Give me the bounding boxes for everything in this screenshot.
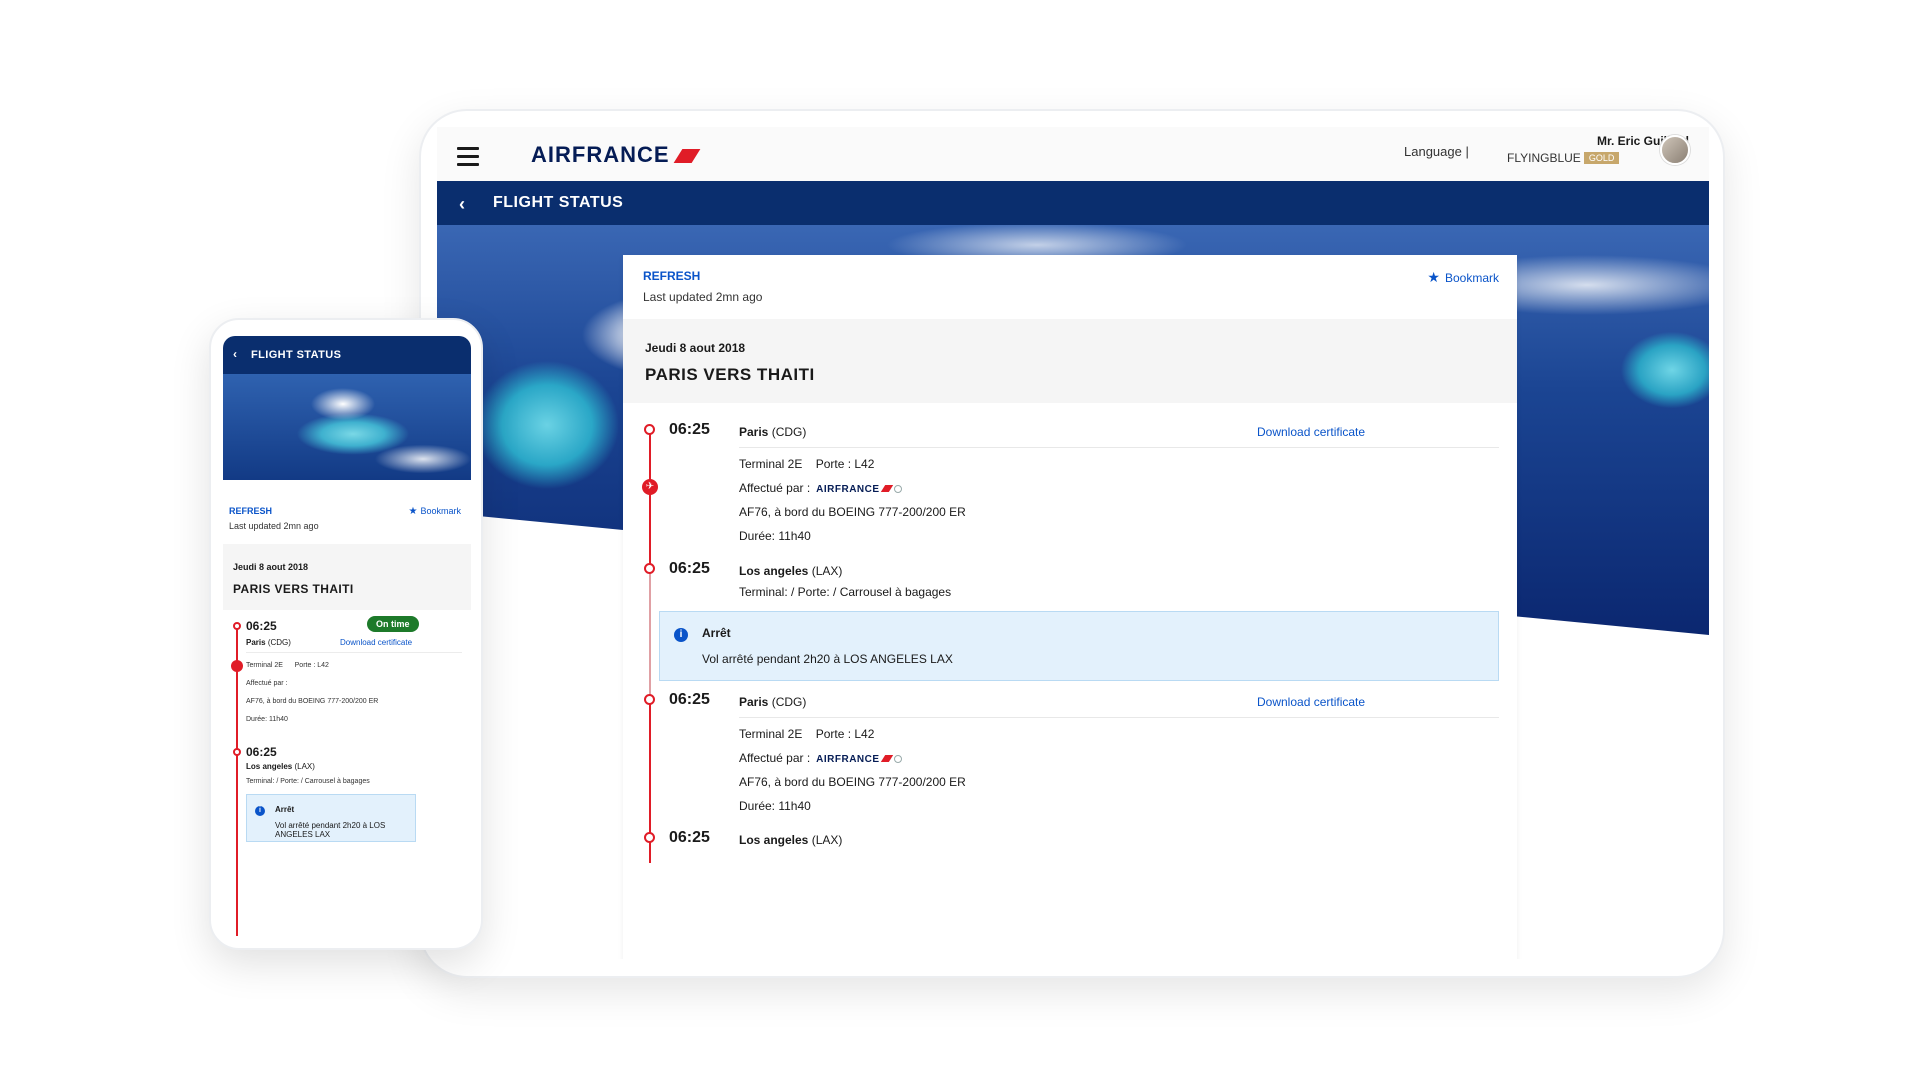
flight-timeline: 06:25 Paris (CDG) Download certificate T…: [623, 403, 1517, 959]
bookmark-button[interactable]: ★ Bookmark: [1427, 269, 1499, 286]
mobile-segment-details: Terminal: / Porte: / Carrousel à bagages: [246, 778, 370, 785]
logo-slash-icon: [673, 149, 700, 163]
tablet-device: AIRFRANCE Language | Mr. Eric Guillard F…: [419, 109, 1725, 978]
segment-city: Los angeles (LAX): [739, 833, 843, 847]
mobile-trip-summary: Jeudi 8 aout 2018 PARIS VERS THAITI: [223, 544, 471, 610]
mobile-stopover-description: Vol arrêté pendant 2h20 à LOS ANGELES LA…: [275, 821, 386, 839]
download-certificate-link[interactable]: Download certificate: [1257, 695, 1365, 709]
phone-device: ‹ FLIGHT STATUS REFRESH Last updated 2mn…: [209, 318, 483, 950]
segment-time: 06:25: [669, 691, 710, 708]
departure-node-icon: [233, 622, 241, 630]
segment-operated-by: Affectué par : AIRFRANCE: [739, 481, 902, 495]
segment-city: Paris (CDG): [739, 695, 807, 709]
mobile-segment-time: 06:25: [246, 745, 277, 759]
page-title: FLIGHT STATUS: [493, 194, 624, 211]
mobile-segment-time: 06:25: [246, 619, 277, 633]
arrival-node-icon: [644, 832, 655, 843]
segment-time: 06:25: [669, 560, 710, 577]
mobile-segment-city: Paris (CDG): [246, 638, 291, 647]
mobile-hero-image: [223, 374, 471, 480]
mobile-page-title: FLIGHT STATUS: [251, 349, 342, 361]
mobile-duration: Durée: 11h40: [246, 716, 288, 723]
mobile-stopover-notice: i Arrêt Vol arrêté pendant 2h20 à LOS AN…: [246, 794, 416, 842]
tablet-screen: AIRFRANCE Language | Mr. Eric Guillard F…: [437, 127, 1709, 959]
mobile-stopover-title: Arrêt: [275, 805, 295, 814]
on-time-badge: On time: [367, 616, 419, 632]
segment-city: Paris (CDG): [739, 425, 807, 439]
trip-route: PARIS VERS THAITI: [645, 365, 815, 384]
plane-icon: ✈: [642, 479, 658, 495]
mobile-terminal-gate: Terminal 2E Porte : L42: [246, 662, 329, 669]
mobile-trip-date: Jeudi 8 aout 2018: [233, 562, 309, 572]
phone-screen: ‹ FLIGHT STATUS REFRESH Last updated 2mn…: [223, 336, 471, 936]
star-icon: ★: [1427, 269, 1440, 285]
download-certificate-link[interactable]: Download certificate: [1257, 425, 1365, 439]
stopover-notice: i Arrêt Vol arrêté pendant 2h20 à LOS AN…: [659, 611, 1499, 681]
mobile-flight-info: AF76, à bord du BOEING 777-200/200 ER: [246, 698, 379, 705]
page-navbar: ‹ FLIGHT STATUS: [437, 181, 1709, 225]
mobile-operated-by: Affectué par :: [246, 680, 288, 687]
segment-time: 06:25: [669, 421, 710, 438]
timeline-line: [649, 569, 651, 699]
mobile-timeline-line: [236, 628, 238, 936]
stopover-title: Arrêt: [702, 626, 731, 640]
mobile-flight-card: REFRESH Last updated 2mn ago ★ Bookmark J…: [223, 488, 471, 936]
segment-city: Los angeles (LAX): [739, 564, 843, 578]
trip-date: Jeudi 8 aout 2018: [645, 341, 746, 355]
logo-text: AIRFRANCE: [531, 142, 670, 167]
mobile-segment-city: Los angeles (LAX): [246, 762, 315, 771]
timeline-line: [649, 429, 651, 569]
segment-flight-info: AF76, à bord du BOEING 777-200/200 ER: [739, 505, 966, 519]
departure-node-icon: [644, 424, 655, 435]
loyalty-info: FLYINGBLUE GOLD: [1507, 151, 1620, 165]
hamburger-menu-icon[interactable]: [457, 147, 479, 166]
user-avatar[interactable]: [1660, 135, 1690, 165]
trip-summary: Jeudi 8 aout 2018 PARIS VERS THAITI: [623, 319, 1517, 403]
divider: [739, 447, 1499, 448]
segment-operated-by: Affectué par : AIRFRANCE: [739, 751, 902, 765]
arrival-node-icon: [644, 563, 655, 574]
mobile-download-certificate-link[interactable]: Download certificate: [340, 638, 412, 647]
stopover-description: Vol arrêté pendant 2h20 à LOS ANGELES LA…: [702, 652, 953, 666]
segment-duration: Durée: 11h40: [739, 529, 811, 543]
airfrance-logo[interactable]: AIRFRANCE: [531, 142, 700, 168]
mobile-bookmark-button[interactable]: ★ Bookmark: [409, 506, 461, 517]
bookmark-label: Bookmark: [1444, 271, 1499, 285]
departure-node-icon: [644, 694, 655, 705]
loyalty-program: FLYINGBLUE: [1507, 151, 1581, 165]
segment-duration: Durée: 11h40: [739, 799, 811, 813]
star-icon: ★: [408, 506, 418, 517]
mobile-bookmark-label: Bookmark: [420, 506, 461, 516]
chevron-left-icon[interactable]: ‹: [233, 347, 237, 361]
app-header: AIRFRANCE Language | Mr. Eric Guillard F…: [437, 127, 1709, 181]
loyalty-tier-badge: GOLD: [1583, 152, 1620, 164]
info-icon: i: [255, 806, 265, 816]
mobile-navbar: ‹ FLIGHT STATUS: [223, 336, 471, 374]
mobile-trip-route: PARIS VERS THAITI: [233, 582, 354, 596]
chevron-left-icon[interactable]: ‹: [459, 194, 465, 215]
flight-status-card: REFRESH Last updated 2mn ago ★ Bookmark J…: [623, 255, 1517, 959]
segment-terminal-gate: Terminal 2E Porte : L42: [739, 727, 875, 741]
plane-icon: [231, 660, 243, 672]
arrival-node-icon: [233, 748, 241, 756]
last-updated-text: Last updated 2mn ago: [643, 290, 763, 304]
operator-logo: AIRFRANCE: [816, 484, 902, 495]
operator-logo: AIRFRANCE: [816, 754, 902, 765]
divider: [739, 717, 1499, 718]
divider: [246, 652, 462, 653]
info-icon: i: [674, 628, 688, 642]
mobile-refresh-button[interactable]: REFRESH: [229, 506, 272, 516]
segment-flight-info: AF76, à bord du BOEING 777-200/200 ER: [739, 775, 966, 789]
segment-terminal-gate: Terminal 2E Porte : L42: [739, 457, 875, 471]
segment-time: 06:25: [669, 829, 710, 846]
segment-details: Terminal: / Porte: / Carrousel à bagages: [739, 585, 952, 599]
refresh-button[interactable]: REFRESH: [643, 269, 700, 283]
mobile-last-updated: Last updated 2mn ago: [229, 521, 319, 531]
language-selector[interactable]: Language |: [1404, 144, 1469, 159]
